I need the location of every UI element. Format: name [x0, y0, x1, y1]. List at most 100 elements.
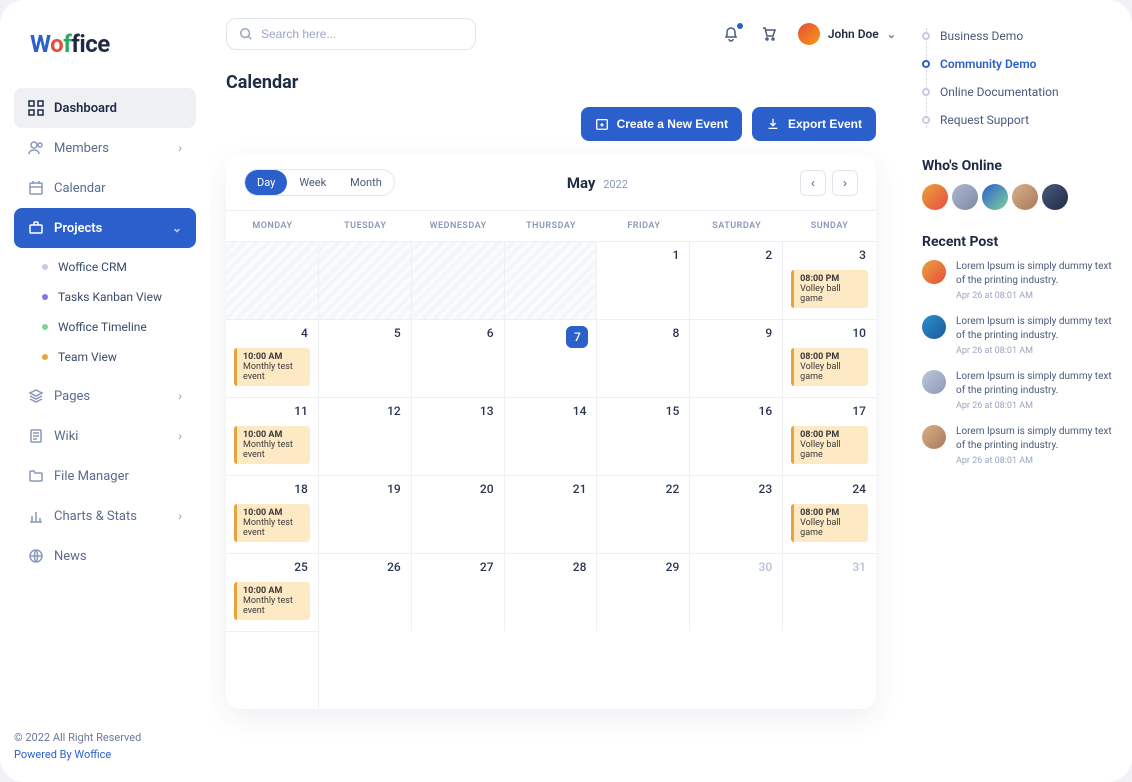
calendar-cell[interactable]: 23	[690, 475, 783, 553]
quick-link[interactable]: Request Support	[922, 106, 1112, 134]
calendar-event[interactable]: 08:00 PMVolley ball game	[791, 348, 868, 386]
calendar-cell[interactable]: 2510:00 AMMonthly test event	[226, 553, 319, 631]
post-text: Lorem Ipsum is simply dummy text of the …	[956, 425, 1112, 453]
calendar-event[interactable]: 10:00 AMMonthly test event	[234, 504, 310, 542]
view-week[interactable]: Week	[287, 170, 338, 195]
calendar-cell[interactable]: 5	[319, 319, 412, 397]
event-time: 10:00 AM	[243, 352, 304, 362]
view-day[interactable]: Day	[245, 170, 287, 195]
online-avatar[interactable]	[922, 184, 948, 210]
calendar-cell[interactable]: 2	[690, 241, 783, 319]
cart-button[interactable]	[760, 25, 778, 43]
calendar-cell[interactable]	[319, 241, 412, 319]
view-toggle: Day Week Month	[244, 169, 395, 196]
calendar-cell[interactable]: 26	[319, 553, 412, 631]
sidebar-subitem[interactable]: Team View	[22, 342, 196, 372]
nav-news[interactable]: News	[14, 536, 196, 576]
calendar-cell[interactable]: 16	[690, 397, 783, 475]
nav-dashboard[interactable]: Dashboard	[14, 88, 196, 128]
quick-link[interactable]: Business Demo	[922, 22, 1112, 50]
online-avatar[interactable]	[1042, 184, 1068, 210]
calendar-cell[interactable]: 29	[597, 553, 690, 631]
calendar-event[interactable]: 08:00 PMVolley ball game	[791, 504, 868, 542]
quick-link[interactable]: Community Demo	[922, 50, 1112, 78]
view-month[interactable]: Month	[338, 170, 394, 195]
nav-wiki[interactable]: Wiki ›	[14, 416, 196, 456]
sidebar-subitem[interactable]: Woffice CRM	[22, 252, 196, 282]
calendar-cell[interactable]: 14	[505, 397, 598, 475]
online-avatar[interactable]	[1012, 184, 1038, 210]
calendar-cell[interactable]: 12	[319, 397, 412, 475]
recent-post[interactable]: Lorem Ipsum is simply dummy text of the …	[922, 260, 1112, 301]
calendar-cell[interactable]: 1	[597, 241, 690, 319]
export-event-button[interactable]: Export Event	[752, 107, 876, 141]
calendar-event[interactable]: 08:00 PMVolley ball game	[791, 270, 868, 308]
day-number: 5	[394, 326, 401, 340]
calendar-cell[interactable]: 21	[505, 475, 598, 553]
recent-post[interactable]: Lorem Ipsum is simply dummy text of the …	[922, 425, 1112, 466]
cart-icon	[761, 26, 777, 42]
nav-members[interactable]: Members ›	[14, 128, 196, 168]
calendar-cell[interactable]: 6	[412, 319, 505, 397]
calendar-cell[interactable]: 7	[505, 319, 598, 397]
recent-post[interactable]: Lorem Ipsum is simply dummy text of the …	[922, 370, 1112, 411]
whos-online-title: Who's Online	[922, 158, 1112, 174]
calendar-cell[interactable]: 410:00 AMMonthly test event	[226, 319, 319, 397]
create-event-button[interactable]: Create a New Event	[581, 107, 742, 141]
calendar-cell[interactable]: 13	[412, 397, 505, 475]
calendar-cell[interactable]: 28	[505, 553, 598, 631]
calendar-cell[interactable]	[505, 241, 598, 319]
next-button[interactable]: ›	[832, 170, 858, 196]
calendar-event[interactable]: 10:00 AMMonthly test event	[234, 348, 310, 386]
top-actions: John Doe ⌄	[722, 23, 896, 45]
nav-file-manager[interactable]: File Manager	[14, 456, 196, 496]
notification-badge	[737, 23, 743, 29]
search-input[interactable]	[261, 27, 463, 41]
quick-link-label: Request Support	[940, 113, 1029, 127]
calendar-cell[interactable]: 1708:00 PMVolley ball game	[783, 397, 876, 475]
sidebar-subitem[interactable]: Tasks Kanban View	[22, 282, 196, 312]
nav-label: Members	[54, 141, 109, 156]
post-text: Lorem Ipsum is simply dummy text of the …	[956, 370, 1112, 398]
calendar-cell[interactable]: 30	[690, 553, 783, 631]
post-text: Lorem Ipsum is simply dummy text of the …	[956, 315, 1112, 343]
online-avatar[interactable]	[952, 184, 978, 210]
calendar-cell[interactable]: 9	[690, 319, 783, 397]
recent-posts: Lorem Ipsum is simply dummy text of the …	[922, 260, 1112, 466]
calendar-event[interactable]: 10:00 AMMonthly test event	[234, 582, 310, 620]
subitem-label: Tasks Kanban View	[58, 290, 162, 304]
calendar-cell[interactable]: 1810:00 AMMonthly test event	[226, 475, 319, 553]
calendar-cell[interactable]: 27	[412, 553, 505, 631]
nav-charts[interactable]: Charts & Stats ›	[14, 496, 196, 536]
powered-by-link[interactable]: Powered By Woffice	[14, 746, 196, 764]
nav-calendar[interactable]: Calendar	[14, 168, 196, 208]
sidebar-subitem[interactable]: Woffice Timeline	[22, 312, 196, 342]
nav-pages[interactable]: Pages ›	[14, 376, 196, 416]
search-box[interactable]	[226, 18, 476, 50]
chevron-right-icon: ›	[178, 141, 182, 155]
calendar-cell[interactable]: 31	[783, 553, 876, 631]
calendar-cell[interactable]: 1110:00 AMMonthly test event	[226, 397, 319, 475]
calendar-event[interactable]: 08:00 PMVolley ball game	[791, 426, 868, 464]
calendar-cell[interactable]: 8	[597, 319, 690, 397]
online-avatar[interactable]	[982, 184, 1008, 210]
page-title: Calendar	[214, 72, 896, 93]
calendar-event[interactable]: 10:00 AMMonthly test event	[234, 426, 310, 464]
user-menu[interactable]: John Doe ⌄	[798, 23, 896, 45]
quick-link[interactable]: Online Documentation	[922, 78, 1112, 106]
calendar-cell[interactable]: 19	[319, 475, 412, 553]
calendar-cell[interactable]: 20	[412, 475, 505, 553]
prev-button[interactable]: ‹	[800, 170, 826, 196]
calendar-cell[interactable]: 2408:00 PMVolley ball game	[783, 475, 876, 553]
calendar-cell[interactable]	[226, 241, 319, 319]
quick-link-label: Community Demo	[940, 57, 1036, 71]
calendar-cell[interactable]: 15	[597, 397, 690, 475]
nav-projects[interactable]: Projects ⌄	[14, 208, 196, 248]
calendar-cell[interactable]: 308:00 PMVolley ball game	[783, 241, 876, 319]
notifications-button[interactable]	[722, 25, 740, 43]
calendar-cell[interactable]: 1008:00 PMVolley ball game	[783, 319, 876, 397]
calendar-cell[interactable]	[412, 241, 505, 319]
recent-post[interactable]: Lorem Ipsum is simply dummy text of the …	[922, 315, 1112, 356]
calendar-cell[interactable]: 22	[597, 475, 690, 553]
user-name: John Doe	[828, 27, 879, 41]
